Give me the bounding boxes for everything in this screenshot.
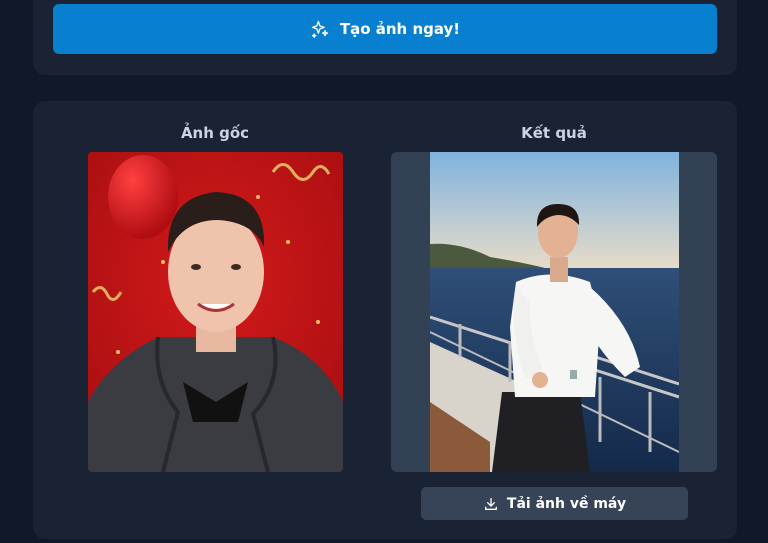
original-image	[88, 152, 343, 472]
original-image-title: Ảnh gốc	[180, 124, 250, 142]
download-button-label: Tải ảnh về máy	[506, 495, 627, 512]
download-icon	[483, 496, 499, 512]
sparkles-icon	[310, 19, 330, 39]
result-image-title: Kết quả	[521, 124, 587, 142]
generate-button-label: Tạo ảnh ngay!	[339, 20, 461, 38]
generate-button[interactable]: Tạo ảnh ngay!	[53, 4, 717, 54]
result-image	[430, 152, 679, 472]
download-button[interactable]: Tải ảnh về máy	[421, 487, 688, 520]
